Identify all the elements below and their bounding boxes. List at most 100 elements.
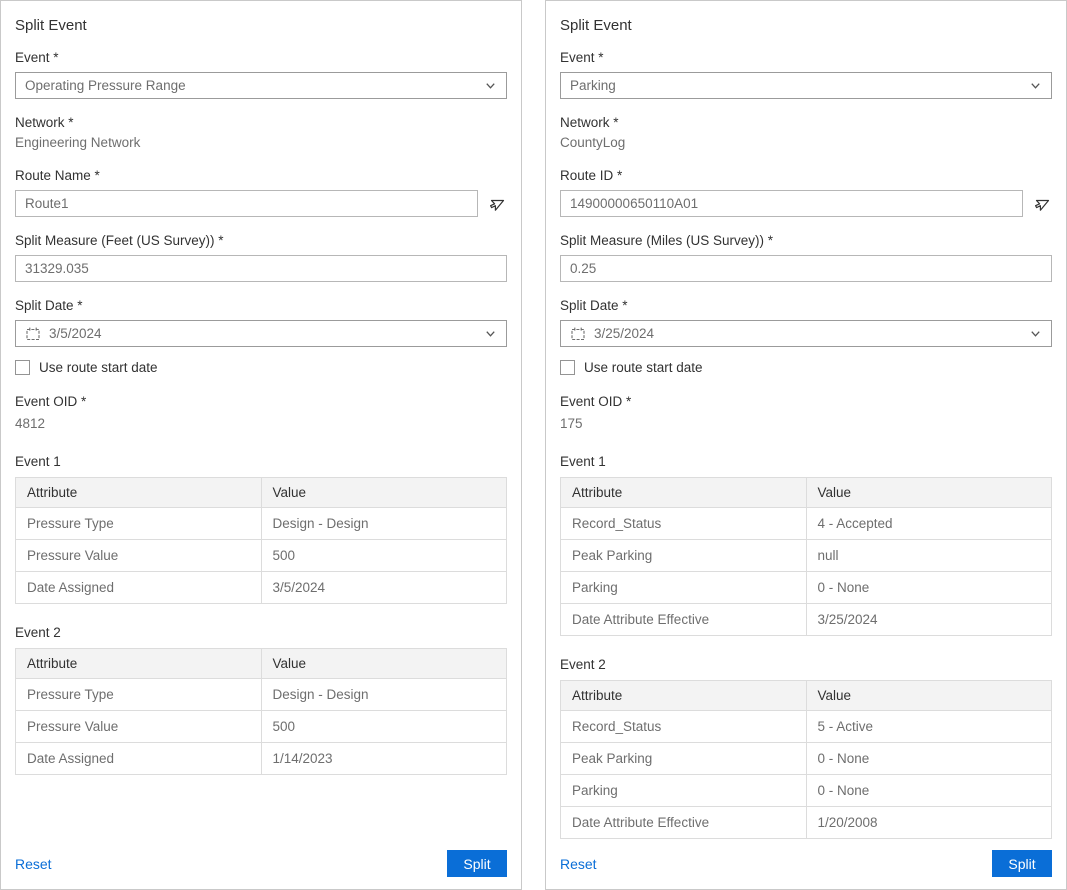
table-row: Pressure Type Design - Design — [16, 508, 507, 540]
split-button[interactable]: Split — [447, 850, 507, 877]
column-header-attribute: Attribute — [16, 649, 262, 679]
attribute-cell: Record_Status — [561, 711, 807, 743]
event2-section-title: Event 2 — [15, 625, 507, 640]
event2-section-title: Event 2 — [560, 657, 1052, 672]
route-field-row — [560, 190, 1052, 217]
attribute-cell: Parking — [561, 572, 807, 604]
value-cell: 5 - Active — [806, 711, 1052, 743]
map-select-arrow-icon — [1033, 195, 1051, 213]
use-route-start-date-label: Use route start date — [584, 360, 703, 375]
use-route-start-date-checkbox[interactable] — [560, 360, 575, 375]
attribute-cell: Pressure Type — [16, 508, 262, 540]
split-event-widgets: Split Event Event * Operating Pressure R… — [0, 0, 1067, 890]
attribute-cell: Pressure Type — [16, 679, 262, 711]
event-oid-value: 175 — [560, 415, 1052, 433]
event2-attributes-table: Attribute Value Pressure Type Design - D… — [15, 648, 507, 775]
table-row: Date Assigned 3/5/2024 — [16, 572, 507, 604]
table-row: Peak Parking 0 - None — [561, 743, 1052, 775]
network-label: Network * — [560, 115, 1052, 130]
split-date-picker[interactable]: 3/25/2024 — [560, 320, 1052, 347]
table-row: Pressure Value 500 — [16, 540, 507, 572]
chevron-down-icon — [484, 79, 497, 92]
select-route-on-map-button[interactable] — [487, 194, 507, 214]
use-route-start-date-row: Use route start date — [560, 360, 1052, 375]
date-label: Split Date * — [15, 298, 507, 313]
attribute-cell: Date Assigned — [16, 743, 262, 775]
value-cell: Design - Design — [261, 508, 507, 540]
table-row: Peak Parking null — [561, 540, 1052, 572]
calendar-icon — [25, 326, 41, 342]
attribute-cell: Parking — [561, 775, 807, 807]
value-cell: 4 - Accepted — [806, 508, 1052, 540]
event-select[interactable]: Operating Pressure Range — [15, 72, 507, 99]
value-cell: 1/14/2023 — [261, 743, 507, 775]
column-header-value: Value — [806, 681, 1052, 711]
event-oid-value: 4812 — [15, 415, 507, 433]
measure-input[interactable] — [15, 255, 507, 282]
measure-label: Split Measure (Miles (US Survey)) * — [560, 233, 1052, 248]
measure-label: Split Measure (Feet (US Survey)) * — [15, 233, 507, 248]
attribute-cell: Date Assigned — [16, 572, 262, 604]
date-label: Split Date * — [560, 298, 1052, 313]
table-row: Date Assigned 1/14/2023 — [16, 743, 507, 775]
table-row: Parking 0 - None — [561, 572, 1052, 604]
reset-button[interactable]: Reset — [560, 856, 597, 872]
value-cell: 3/25/2024 — [806, 604, 1052, 636]
panel-footer: Reset Split — [560, 850, 1052, 877]
table-row: Parking 0 - None — [561, 775, 1052, 807]
value-cell: 500 — [261, 711, 507, 743]
event1-section-title: Event 1 — [15, 454, 507, 469]
column-header-attribute: Attribute — [561, 681, 807, 711]
route-field-row — [15, 190, 507, 217]
event1-attributes-table: Attribute Value Record_Status 4 - Accept… — [560, 477, 1052, 636]
split-date-value: 3/25/2024 — [594, 326, 654, 341]
split-date-picker[interactable]: 3/5/2024 — [15, 320, 507, 347]
reset-button[interactable]: Reset — [15, 856, 52, 872]
value-cell: 0 - None — [806, 572, 1052, 604]
value-cell: 3/5/2024 — [261, 572, 507, 604]
event-oid-label: Event OID * — [560, 394, 1052, 409]
table-row: Record_Status 4 - Accepted — [561, 508, 1052, 540]
use-route-start-date-row: Use route start date — [15, 360, 507, 375]
chevron-down-icon — [1029, 327, 1042, 340]
chevron-down-icon — [484, 327, 497, 340]
use-route-start-date-label: Use route start date — [39, 360, 158, 375]
column-header-attribute: Attribute — [561, 478, 807, 508]
split-button[interactable]: Split — [992, 850, 1052, 877]
event-select-value: Operating Pressure Range — [25, 78, 476, 93]
split-event-panel-left: Split Event Event * Operating Pressure R… — [0, 0, 522, 890]
table-row: Pressure Value 500 — [16, 711, 507, 743]
value-cell: 1/20/2008 — [806, 807, 1052, 839]
map-select-arrow-icon — [488, 195, 506, 213]
table-row: Record_Status 5 - Active — [561, 711, 1052, 743]
event-oid-label: Event OID * — [15, 394, 507, 409]
panel-title: Split Event — [15, 17, 507, 34]
table-row: Date Attribute Effective 3/25/2024 — [561, 604, 1052, 636]
event-select-value: Parking — [570, 78, 1021, 93]
split-event-panel-right: Split Event Event * Parking Network * Co… — [545, 0, 1067, 890]
route-input[interactable] — [15, 190, 478, 217]
network-label: Network * — [15, 115, 507, 130]
column-header-value: Value — [261, 649, 507, 679]
calendar-icon — [570, 326, 586, 342]
use-route-start-date-checkbox[interactable] — [15, 360, 30, 375]
route-label: Route ID * — [560, 168, 1052, 183]
attribute-cell: Date Attribute Effective — [561, 604, 807, 636]
event1-attributes-table: Attribute Value Pressure Type Design - D… — [15, 477, 507, 604]
route-input[interactable] — [560, 190, 1023, 217]
route-label: Route Name * — [15, 168, 507, 183]
column-header-value: Value — [261, 478, 507, 508]
value-cell: 0 - None — [806, 775, 1052, 807]
network-value: Engineering Network — [15, 134, 507, 152]
column-header-attribute: Attribute — [16, 478, 262, 508]
value-cell: 500 — [261, 540, 507, 572]
attribute-cell: Record_Status — [561, 508, 807, 540]
event-select[interactable]: Parking — [560, 72, 1052, 99]
table-row: Date Attribute Effective 1/20/2008 — [561, 807, 1052, 839]
panel-title: Split Event — [560, 17, 1052, 34]
measure-input[interactable] — [560, 255, 1052, 282]
chevron-down-icon — [1029, 79, 1042, 92]
network-value: CountyLog — [560, 134, 1052, 152]
split-date-value: 3/5/2024 — [49, 326, 102, 341]
select-route-on-map-button[interactable] — [1032, 194, 1052, 214]
